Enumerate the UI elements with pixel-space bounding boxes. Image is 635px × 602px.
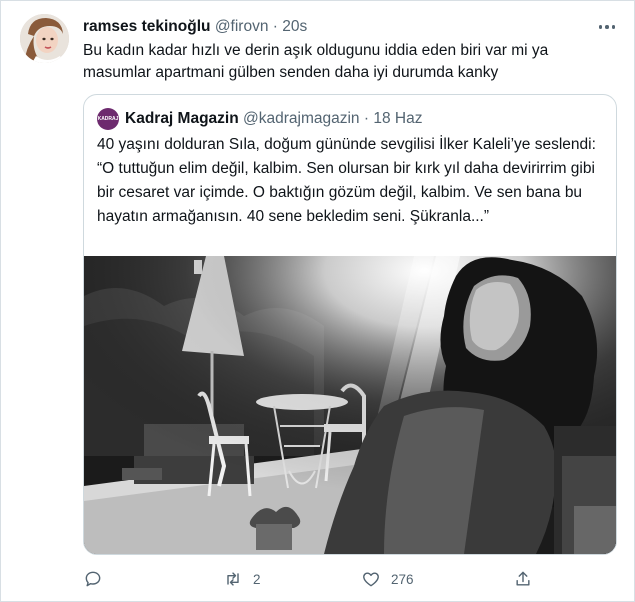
more-options-icon[interactable] — [595, 17, 619, 37]
retweet-button[interactable]: 2 — [223, 567, 261, 591]
like-count: 276 — [391, 571, 414, 587]
quoted-author-handle[interactable]: @kadrajmagazin — [243, 110, 360, 127]
quoted-timestamp[interactable]: 18 Haz — [373, 110, 422, 127]
reply-button[interactable] — [83, 567, 103, 591]
quoted-avatar-logo-text: KADRAJ — [97, 116, 119, 122]
avatar-portrait-image — [20, 14, 69, 63]
retweet-count: 2 — [253, 571, 261, 587]
quoted-tweet-photo[interactable] — [84, 256, 616, 554]
like-button[interactable]: 276 — [361, 567, 414, 591]
tweet-card[interactable]: ramses tekinoğlu @firovn · 20s Bu kadın … — [0, 0, 635, 602]
quoted-separator-dot: · — [363, 110, 370, 127]
author-name[interactable]: ramses tekinoğlu — [83, 18, 211, 35]
quoted-tweet-header: Kadraj Magazin @kadrajmagazin · 18 Haz — [125, 109, 422, 129]
share-icon — [516, 571, 530, 586]
tweet-text: Bu kadın kadar hızlı ve derin aşık oldug… — [83, 42, 549, 81]
separator-dot: · — [272, 18, 278, 35]
tweet-header: ramses tekinoğlu @firovn · 20s — [83, 17, 307, 37]
heart-icon — [363, 572, 379, 587]
quoted-tweet-text: 40 yaşını dolduran Sıla, doğum gününde s… — [97, 136, 596, 225]
tweet-actions: 2 276 — [83, 567, 543, 591]
share-button[interactable] — [513, 567, 533, 591]
retweet-icon — [227, 572, 239, 586]
user-avatar[interactable] — [20, 14, 69, 63]
reply-icon — [85, 571, 101, 587]
tweet-timestamp[interactable]: 20s — [282, 18, 307, 35]
quoted-author-name[interactable]: Kadraj Magazin — [125, 110, 239, 127]
quoted-tweet[interactable]: KADRAJ Kadraj Magazin @kadrajmagazin · 1… — [83, 94, 617, 555]
quoted-author-avatar[interactable]: KADRAJ — [97, 108, 119, 130]
author-handle[interactable]: @firovn — [215, 18, 269, 35]
